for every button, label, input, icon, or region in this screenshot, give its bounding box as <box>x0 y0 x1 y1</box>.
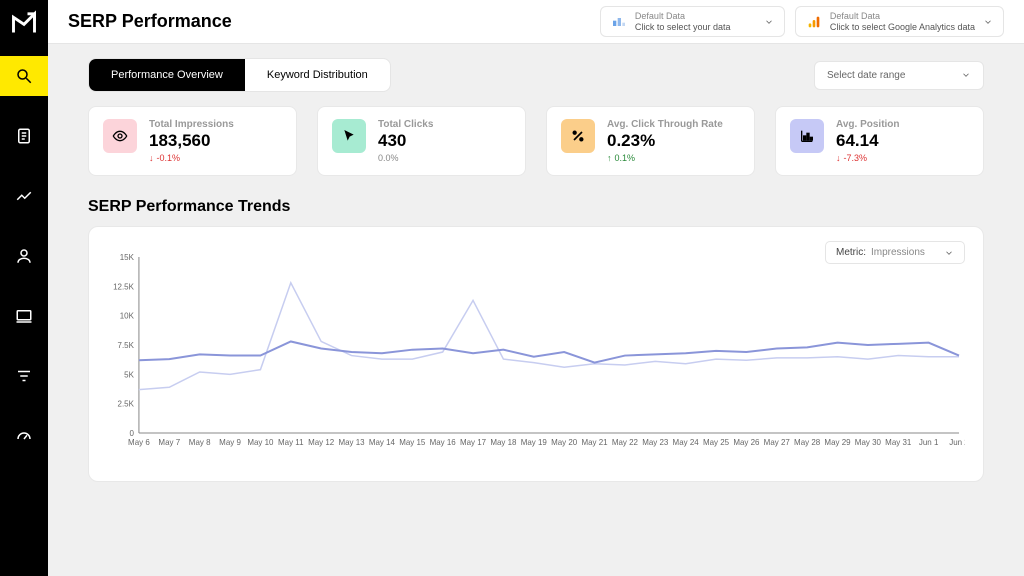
nav-trends[interactable] <box>0 176 48 216</box>
date-range-placeholder: Select date range <box>827 70 953 81</box>
gsc-data-selector[interactable]: Default Data Click to select your data <box>600 6 785 38</box>
chart-card: Metric: Impressions 02.5K5K7.5K10K12.5K1… <box>88 226 984 482</box>
ga-icon <box>806 14 822 30</box>
svg-text:May 26: May 26 <box>733 438 760 447</box>
date-range-selector[interactable]: Select date range <box>814 61 984 90</box>
nav-device[interactable] <box>0 296 48 336</box>
line-chart: 0 2.5K 5K 7.5K 10K 12.5K 15K May 6 May 7 May 8 May… <box>107 251 965 451</box>
svg-text:May 22: May 22 <box>612 438 639 447</box>
svg-text:12.5K: 12.5K <box>113 282 135 291</box>
chart-section-title: SERP Performance Trends <box>88 198 984 216</box>
svg-text:10K: 10K <box>120 312 135 321</box>
svg-text:May 20: May 20 <box>551 438 578 447</box>
svg-text:15K: 15K <box>120 253 135 262</box>
arrow-up-icon: ↑ <box>607 153 612 163</box>
svg-text:May 11: May 11 <box>278 438 304 447</box>
nav-user[interactable] <box>0 236 48 276</box>
svg-text:May 6: May 6 <box>128 438 150 447</box>
svg-text:May 10: May 10 <box>247 438 274 447</box>
svg-text:May 7: May 7 <box>158 438 180 447</box>
svg-text:5K: 5K <box>124 370 134 379</box>
svg-text:May 25: May 25 <box>703 438 730 447</box>
kpi-ctr: Avg. Click Through Rate 0.23% ↑0.1% <box>546 106 755 176</box>
nav-search[interactable] <box>0 56 48 96</box>
cursor-icon <box>332 119 366 153</box>
svg-text:May 13: May 13 <box>338 438 365 447</box>
svg-text:2.5K: 2.5K <box>118 400 135 409</box>
svg-text:May 19: May 19 <box>521 438 548 447</box>
svg-text:May 31: May 31 <box>885 438 912 447</box>
ga-label: Default Data <box>830 11 975 22</box>
kpi-label: Total Clicks <box>378 119 433 130</box>
kpi-label: Avg. Click Through Rate <box>607 119 723 130</box>
svg-text:May 23: May 23 <box>642 438 669 447</box>
ga-data-selector[interactable]: Default Data Click to select Google Anal… <box>795 6 1004 38</box>
kpi-clicks: Total Clicks 430 0.0% <box>317 106 526 176</box>
svg-text:May 14: May 14 <box>369 438 396 447</box>
svg-text:May 15: May 15 <box>399 438 426 447</box>
nav-filter[interactable] <box>0 356 48 396</box>
svg-text:May 30: May 30 <box>855 438 882 447</box>
chevron-down-icon <box>961 70 971 80</box>
kpi-delta: ↑0.1% <box>607 153 723 163</box>
svg-text:May 12: May 12 <box>308 438 335 447</box>
kpi-value: 0.23% <box>607 131 723 151</box>
svg-text:May 21: May 21 <box>581 438 608 447</box>
chevron-down-icon <box>983 17 993 27</box>
chart-icon <box>790 119 824 153</box>
kpi-delta: ↓-7.3% <box>836 153 900 163</box>
ga-sub: Click to select Google Analytics data <box>830 22 975 33</box>
svg-text:May 9: May 9 <box>219 438 241 447</box>
kpi-label: Avg. Position <box>836 119 900 130</box>
kpi-row: Total Impressions 183,560 ↓-0.1% Total C… <box>88 106 984 176</box>
kpi-value: 64.14 <box>836 131 900 151</box>
kpi-delta: ↓-0.1% <box>149 153 234 163</box>
kpi-delta: 0.0% <box>378 153 433 163</box>
eye-icon <box>103 119 137 153</box>
page-title: SERP Performance <box>68 11 590 32</box>
percent-icon <box>561 119 595 153</box>
svg-text:May 29: May 29 <box>824 438 851 447</box>
nav-document[interactable] <box>0 116 48 156</box>
gsc-icon <box>611 14 627 30</box>
gsc-sub: Click to select your data <box>635 22 756 33</box>
kpi-position: Avg. Position 64.14 ↓-7.3% <box>775 106 984 176</box>
chevron-down-icon <box>764 17 774 27</box>
topbar: SERP Performance Default Data Click to s… <box>48 0 1024 44</box>
main: SERP Performance Default Data Click to s… <box>48 0 1024 576</box>
kpi-label: Total Impressions <box>149 119 234 130</box>
svg-text:May 28: May 28 <box>794 438 821 447</box>
tab-performance-overview[interactable]: Performance Overview <box>89 59 245 91</box>
sidebar <box>0 0 48 576</box>
svg-text:0: 0 <box>129 429 134 438</box>
svg-text:May 8: May 8 <box>189 438 211 447</box>
svg-text:Jun 2: Jun 2 <box>949 438 965 447</box>
svg-text:May 18: May 18 <box>490 438 517 447</box>
svg-text:May 24: May 24 <box>673 438 700 447</box>
nav-speed[interactable] <box>0 416 48 456</box>
tabs: Performance Overview Keyword Distributio… <box>88 58 391 92</box>
content: Performance Overview Keyword Distributio… <box>48 44 1024 576</box>
app-logo <box>10 8 38 36</box>
gsc-label: Default Data <box>635 11 756 22</box>
svg-text:May 17: May 17 <box>460 438 487 447</box>
svg-text:May 16: May 16 <box>430 438 457 447</box>
svg-text:May 27: May 27 <box>764 438 791 447</box>
kpi-value: 183,560 <box>149 131 234 151</box>
arrow-down-icon: ↓ <box>149 153 154 163</box>
arrow-down-icon: ↓ <box>836 153 841 163</box>
svg-text:Jun 1: Jun 1 <box>919 438 939 447</box>
kpi-value: 430 <box>378 131 433 151</box>
tab-keyword-distribution[interactable]: Keyword Distribution <box>245 59 390 91</box>
svg-text:7.5K: 7.5K <box>118 341 135 350</box>
kpi-impressions: Total Impressions 183,560 ↓-0.1% <box>88 106 297 176</box>
